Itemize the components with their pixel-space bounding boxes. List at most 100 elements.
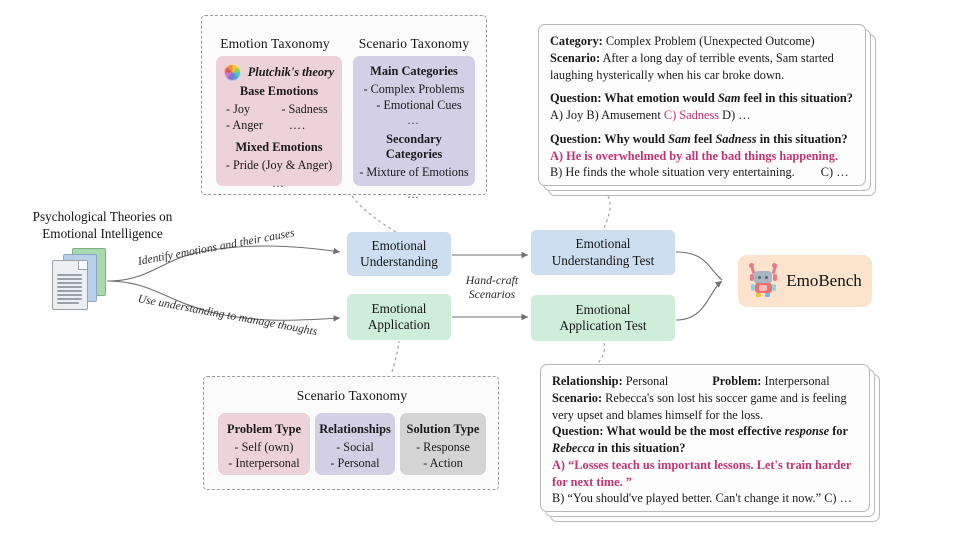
q1-options-rest: D) … — [719, 108, 751, 123]
mixed-emotions-ellipsis: … — [272, 175, 286, 190]
emotional-application-test-box[interactable]: Emotional Application Test — [531, 295, 675, 341]
robot-icon — [748, 263, 778, 298]
scenario-categories-card: Main Categories - Complex Problems - Emo… — [353, 56, 475, 201]
category-value: Complex Problem (Unexpected Outcome) — [605, 34, 815, 48]
q1-prefix: Question: What emotion would — [550, 91, 715, 106]
emobench-label: EmoBench — [786, 271, 862, 290]
base-emotions-heading: Base Emotions — [239, 84, 319, 98]
relationship-item: - Personal — [330, 455, 380, 470]
app-q-prefix: Question: What would be the most effecti… — [552, 424, 782, 439]
relationship-label: Relationship: — [552, 374, 623, 388]
solution-type-card: Solution Type - Response - Action — [400, 413, 486, 475]
understanding-example-text: Category: Complex Problem (Unexpected Ou… — [538, 24, 864, 184]
problem-type-item: - Interpersonal — [228, 455, 300, 470]
emotional-understanding-box[interactable]: Emotional Understanding — [347, 232, 451, 276]
app-question-line-2: Rebecca in this situation? — [552, 440, 857, 457]
base-emotion-item: - Anger — [226, 117, 263, 132]
q1-options-a: A) Joy B) Amusement — [550, 108, 664, 123]
main-category-item: - Emotional Cues — [376, 97, 462, 112]
solution-type-item: - Action — [423, 455, 463, 470]
eut-line2: Understanding Test — [551, 252, 655, 268]
color-wheel-icon — [223, 64, 241, 81]
q2-suffix: in this situation? — [759, 131, 848, 146]
q2-emotion: Sadness — [715, 131, 757, 146]
eu-line1: Emotional — [371, 237, 427, 253]
scenario-label: Scenario: — [550, 50, 601, 65]
mixed-emotion-item: - Pride (Joy & Anger) — [225, 158, 333, 173]
eut-line1: Emotional — [575, 236, 631, 252]
q2-option-a: A) He is overwhelmed by all the bad thin… — [550, 148, 839, 163]
question-1: Question: What emotion would Sam feel in… — [550, 90, 853, 107]
scenario-taxonomy-panel-title: Scenario Taxonomy — [296, 388, 408, 403]
emotional-understanding-test-box[interactable]: Emotional Understanding Test — [531, 230, 675, 275]
main-category-item: - Complex Problems — [363, 82, 465, 96]
question-2: Question: Why would Sam feel Sadness in … — [550, 131, 853, 148]
problem-type-heading: Problem Type — [227, 422, 301, 436]
problem-type-card: Problem Type - Self (own) - Interpersona… — [218, 413, 310, 475]
base-emotions-row-1: - Joy - Sadness — [220, 102, 338, 118]
diagram-canvas: Emotion Taxonomy Scenario Taxonomy Plutc… — [0, 0, 960, 540]
app-question-line-1: Question: What would be the most effecti… — [552, 423, 857, 440]
relationship-problem-line: Relationship: Personal Problem: Interpers… — [552, 373, 857, 390]
base-emotion-ellipsis: …. — [288, 117, 307, 132]
eat-line2: Application Test — [559, 318, 647, 333]
relationship-item: - Social — [336, 440, 374, 454]
emotion-taxonomy-panel: Emotion Taxonomy Scenario Taxonomy Plutc… — [201, 15, 487, 201]
q2-option-b: B) He finds the whole situation very ent… — [550, 165, 795, 180]
scenario-value-1: After a long day of terrible events, Sam… — [602, 50, 834, 65]
emotion-taxonomy-card: Plutchik's theory Base Emotions - Joy - … — [216, 56, 342, 190]
eu-line2: Understanding — [360, 254, 438, 269]
emotion-taxonomy-title: Emotion Taxonomy — [220, 36, 330, 51]
app-q-suffix: in this situation? — [597, 441, 686, 456]
document-stack-icon — [46, 244, 118, 316]
q2-mid: feel — [693, 131, 713, 146]
category-line: Category: Complex Problem (Unexpected Ou… — [550, 33, 853, 50]
base-emotion-item: - Sadness — [281, 102, 328, 116]
scenario-taxonomy-title: Scenario Taxonomy — [358, 36, 470, 51]
secondary-categories-heading: Secondary Categories — [385, 132, 443, 162]
handcraft-line1: Hand-craft — [465, 273, 519, 287]
app-scenario-value-1: Rebecca's son lost his soccer game and i… — [605, 390, 847, 405]
app-option-a-line1: A) “Losses teach us important lessons. L… — [552, 457, 852, 472]
app-option-a-line2: for next time. ” — [552, 474, 632, 489]
app-q-emph: response — [784, 424, 830, 439]
app-scenario-line-2: very upset and blames himself for the lo… — [552, 407, 764, 422]
source-title-line2: Emotional Intelligence — [42, 225, 163, 241]
app-option-b: B) “You should've played better. Can't c… — [552, 491, 852, 506]
secondary-category-item: - Mixture of Emotions — [359, 165, 469, 180]
relationship-value: Personal — [625, 374, 669, 388]
plutchik-row: Plutchik's theory — [220, 64, 338, 81]
problem-type-item: - Self (own) — [234, 440, 294, 454]
application-example-card: Relationship: Personal Problem: Interpers… — [540, 364, 882, 522]
app-scenario-label: Scenario: — [552, 390, 603, 405]
main-categories-ellipsis: … — [407, 113, 421, 128]
base-emotions-row-2: - Anger …. — [220, 118, 338, 134]
question-1-options: A) Joy B) Amusement C) Sadness D) … — [550, 107, 853, 124]
q1-name: Sam — [717, 91, 741, 106]
emobench-box[interactable]: EmoBench — [738, 255, 872, 307]
q2-option-b-row: B) He finds the whole situation very ent… — [550, 164, 853, 181]
emotional-application-box[interactable]: Emotional Application — [347, 294, 451, 340]
main-categories-heading: Main Categories — [370, 64, 458, 78]
relationships-card: Relationships - Social - Personal — [315, 413, 395, 475]
base-emotion-item: - Joy — [226, 102, 251, 116]
q2-name: Sam — [668, 131, 691, 146]
app-q-for: for — [832, 424, 849, 439]
q1-correct-option: C) Sadness — [663, 108, 720, 123]
relationships-heading: Relationships — [319, 422, 391, 436]
scenario-taxonomy-panel: Scenario Taxonomy Problem Type - Self (o… — [203, 376, 499, 490]
ea-line1: Emotional — [371, 300, 427, 316]
page-fold-corner — [78, 261, 87, 270]
q1-suffix: feel in this situation? — [743, 91, 853, 106]
problem-label: Problem: — [712, 374, 762, 388]
secondary-categories-ellipsis: … — [407, 186, 421, 201]
scenario-line-1: Scenario: After a long day of terrible e… — [550, 50, 853, 67]
category-label: Category: — [550, 34, 603, 48]
app-scenario-line-1: Scenario: Rebecca's son lost his soccer … — [552, 390, 857, 407]
scenario-line-2: laughing hysterically when his car broke… — [550, 67, 785, 82]
arrow-label-use-understanding: Use understanding to manage thoughts — [136, 292, 319, 339]
source-title: Psychological Theories on Emotional Inte… — [0, 209, 205, 242]
solution-type-item: - Response — [416, 440, 470, 454]
q2-prefix: Question: Why would — [550, 131, 666, 146]
application-example-text: Relationship: Personal Problem: Interpers… — [540, 364, 868, 510]
